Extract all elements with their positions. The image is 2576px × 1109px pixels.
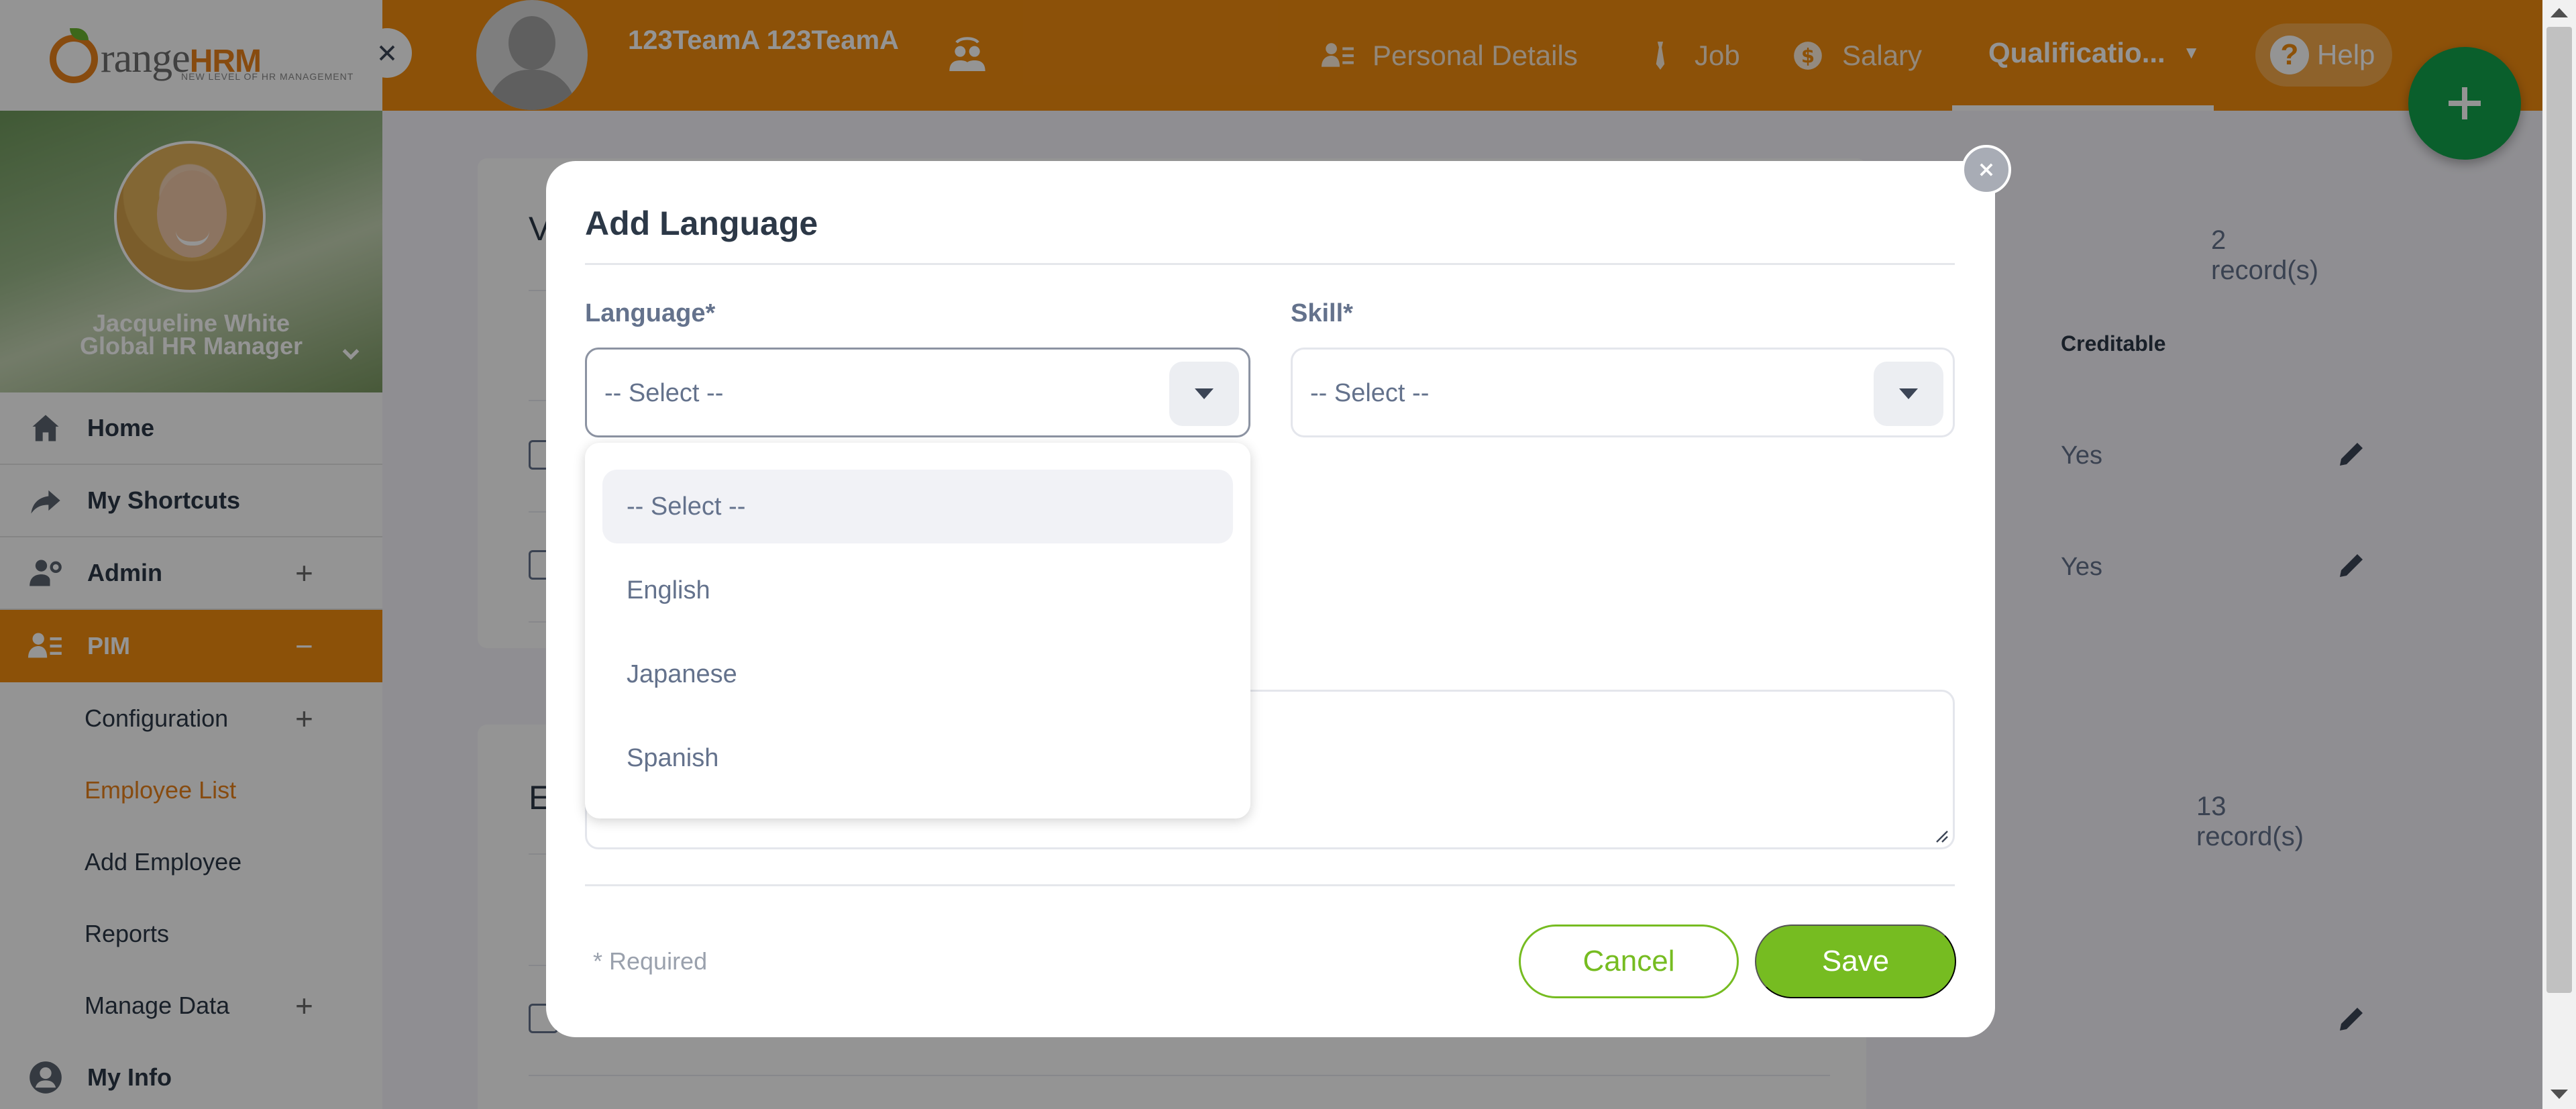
title-divider [585,263,1955,265]
dropdown-toggle-button[interactable] [1874,362,1943,426]
caret-down-icon [1195,388,1214,399]
dropdown-option[interactable]: -- Select -- [602,470,1233,543]
add-language-dialog: Add Language Language* -- Select -- Skil… [546,161,1995,1037]
dialog-close-button[interactable] [1962,145,2011,195]
dialog-title: Add Language [585,205,818,242]
footer-divider [585,884,1955,886]
caret-down-icon [1899,388,1918,399]
close-icon [1980,163,1993,176]
scroll-down-arrow-icon[interactable] [2551,1090,2568,1099]
save-button[interactable]: Save [1755,925,1956,998]
skill-select-value: -- Select -- [1310,379,1430,407]
cancel-button[interactable]: Cancel [1519,925,1739,998]
resize-grip-icon[interactable] [1933,827,1949,843]
required-note: * Required [593,947,708,975]
dropdown-option[interactable]: English [602,553,1233,627]
dropdown-option[interactable]: Japanese [602,637,1233,711]
dropdown-toggle-button[interactable] [1169,362,1239,426]
page-scrollbar[interactable] [2542,0,2576,1109]
dropdown-option[interactable]: Spanish [602,721,1233,795]
language-select[interactable]: -- Select -- [585,348,1250,437]
scroll-up-arrow-icon[interactable] [2551,8,2568,17]
skill-select[interactable]: -- Select -- [1291,348,1955,437]
language-label: Language* [585,299,716,327]
scroll-thumb[interactable] [2546,27,2572,993]
language-select-value: -- Select -- [604,379,724,407]
language-dropdown-menu: -- Select -- English Japanese Spanish [585,443,1250,818]
skill-label: Skill* [1291,299,1353,327]
